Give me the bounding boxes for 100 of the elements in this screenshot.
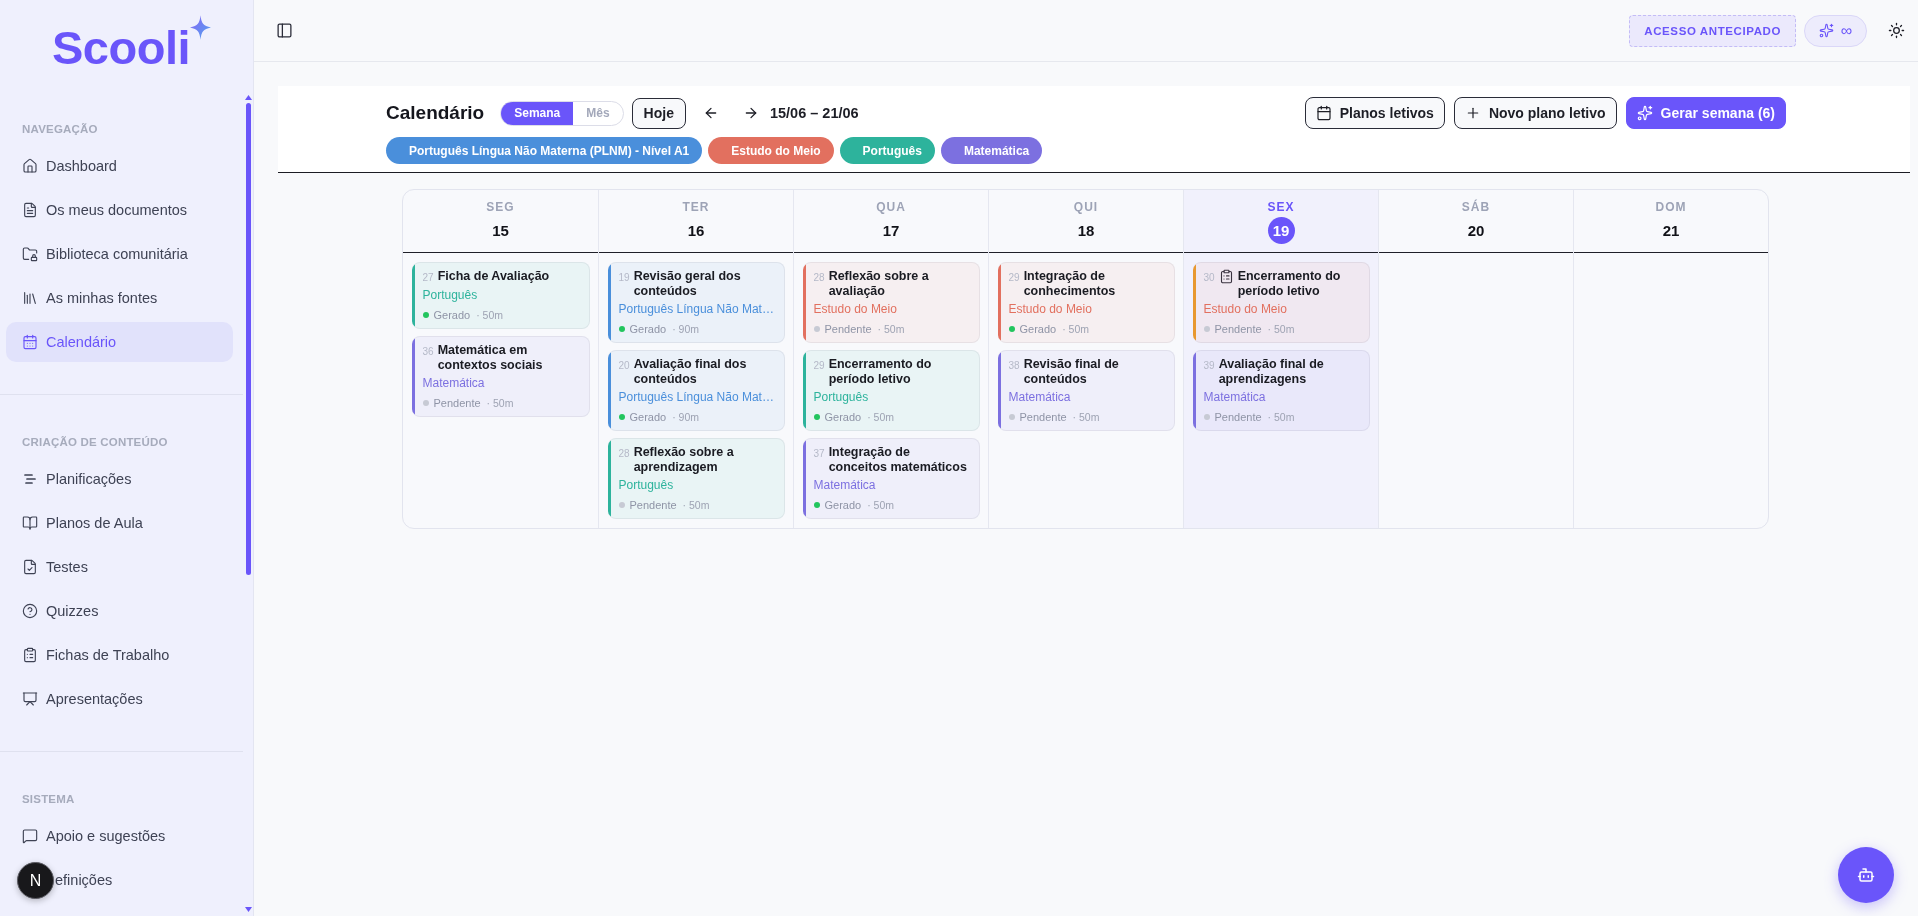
- date-number: 19: [1267, 217, 1295, 244]
- lesson-number: 27: [422, 271, 434, 285]
- status-label: Gerado: [824, 498, 862, 512]
- lesson-card[interactable]: 30 Encerramento do período letivo Estudo do Meio Pendente · 50m: [1192, 262, 1370, 343]
- subject-label: Estudo do Meio: [1203, 302, 1287, 317]
- status-label: Gerado: [433, 308, 471, 322]
- status-label: Gerado: [629, 410, 667, 424]
- duration-label: · 50m: [682, 498, 710, 512]
- sparkle-icon: [190, 15, 211, 40]
- lesson-card[interactable]: 37 Integração de conceitos matemáticos Matemática Gerado · 50m: [802, 438, 980, 519]
- lesson-card[interactable]: 28 Reflexão sobre a aprendizagem Português Pendente · 50m: [607, 438, 785, 519]
- scroll-down-icon[interactable]: [244, 907, 252, 912]
- new-plan-button[interactable]: Novo plano letivo: [1453, 97, 1617, 129]
- calendar-icon: [1315, 105, 1332, 121]
- early-access-badge: ACESSO ANTECIPADO: [1629, 14, 1796, 47]
- generate-week-button[interactable]: Gerar semana (6): [1625, 97, 1786, 129]
- section-title: SISTEMA: [22, 792, 75, 806]
- lesson-title: Revisão geral dos conteúdos: [633, 269, 742, 299]
- lesson-card[interactable]: 27 Ficha de Avaliação Português Gerado · 50m: [411, 262, 590, 329]
- lesson-number: 36: [422, 345, 434, 359]
- subject-label: Português: [422, 288, 478, 303]
- lesson-card[interactable]: 36 Matemática em contextos sociais Matemática Pendente · 50m: [411, 336, 590, 417]
- bot-icon: [1857, 866, 1875, 884]
- nav-item[interactable]: Os meus documentos: [6, 190, 233, 230]
- nav-item[interactable]: As minhas fontes: [6, 278, 233, 318]
- subject-label: Matemática: [813, 478, 876, 493]
- duration-label: · 50m: [867, 498, 895, 512]
- date-number: 18: [1076, 221, 1096, 241]
- lesson-number: 30: [1203, 271, 1215, 285]
- status-label: Pendente: [1214, 322, 1262, 336]
- lesson-title: Encerramento do período letivo: [828, 357, 933, 387]
- lesson-card[interactable]: 28 Reflexão sobre a avaliação Estudo do Meio Pendente · 50m: [802, 262, 980, 343]
- lesson-title: Integração de conceitos matemáticos: [828, 445, 968, 475]
- subject-label: Matemática: [422, 376, 485, 391]
- sun-icon[interactable]: [1888, 22, 1905, 39]
- status-label: Gerado: [1019, 322, 1057, 336]
- question-circle-icon: [22, 603, 38, 619]
- sidebar-toggle-icon[interactable]: [276, 22, 293, 39]
- weekday-label: QUA: [876, 200, 906, 214]
- page-title: Calendário: [386, 101, 485, 125]
- document-icon: [22, 202, 38, 218]
- lesson-number: 28: [618, 447, 630, 461]
- section-title: NAVEGAÇÃO: [22, 122, 98, 136]
- date-number: 17: [881, 221, 901, 241]
- logo-text: Scooli: [52, 24, 190, 71]
- lesson-title: Revisão final de conteúdos: [1023, 357, 1120, 387]
- subject-label: Português Língua Não Mat…: [618, 390, 774, 405]
- date-number: 16: [686, 221, 706, 241]
- lesson-title: Encerramento do período letivo: [1237, 269, 1342, 299]
- calendar-icon: [22, 334, 38, 350]
- nav-item[interactable]: Dashboard: [6, 146, 233, 186]
- nav-item[interactable]: Testes: [6, 547, 233, 587]
- lesson-card[interactable]: 20 Avaliação final dos conteúdos Português Língua Não Mat… Gerado · 90m: [607, 350, 785, 431]
- duration-label: · 50m: [867, 410, 895, 424]
- clipboard-icon: [22, 647, 38, 663]
- weekday-label: SÁB: [1461, 200, 1491, 214]
- lesson-number: 29: [813, 359, 825, 373]
- view-tab[interactable]: Semana: [501, 101, 574, 125]
- today-button[interactable]: Hoje: [631, 97, 686, 129]
- subject-label: Estudo do Meio: [1008, 302, 1092, 317]
- lines-icon: [22, 471, 38, 487]
- lesson-title: Matemática em contextos sociais: [437, 343, 544, 373]
- sparkles-icon: [1636, 105, 1653, 121]
- scroll-up-icon[interactable]: [244, 95, 252, 100]
- nav-item[interactable]: Calendário: [6, 322, 233, 362]
- nav-item[interactable]: Biblioteca comunitária: [6, 234, 233, 274]
- nav-item[interactable]: Planificações: [6, 459, 233, 499]
- scrollbar-thumb[interactable]: [245, 103, 251, 575]
- plans-button[interactable]: Planos letivos: [1304, 97, 1445, 129]
- folder-icon: [22, 246, 38, 262]
- weekday-label: QUI: [1073, 200, 1099, 214]
- status-label: Gerado: [824, 410, 862, 424]
- duration-label: · 90m: [672, 410, 700, 424]
- lesson-card[interactable]: 38 Revisão final de conteúdos Matemática Pendente · 50m: [997, 350, 1175, 431]
- lesson-title: Integração de conhecimentos: [1023, 269, 1117, 299]
- nav-item[interactable]: Apresentações: [6, 679, 233, 719]
- duration-label: · 50m: [1267, 410, 1295, 424]
- date-number: 15: [491, 221, 510, 241]
- nav-item[interactable]: Planos de Aula: [6, 503, 233, 543]
- lesson-card[interactable]: 29 Integração de conhecimentos Estudo do Meio Gerado · 50m: [997, 262, 1175, 343]
- lesson-number: 29: [1008, 271, 1020, 285]
- date-number: 21: [1661, 221, 1681, 241]
- subject-label: Matemática: [1203, 390, 1266, 405]
- subject-label: Estudo do Meio: [813, 302, 897, 317]
- subject-chip[interactable]: Matemática: [940, 137, 1043, 164]
- sparkles-icon: [1818, 23, 1834, 38]
- weekday-label: TER: [682, 200, 710, 214]
- status-label: Pendente: [1019, 410, 1067, 424]
- lesson-title: Reflexão sobre a aprendizagem: [633, 445, 735, 475]
- lesson-card[interactable]: 29 Encerramento do período letivo Português Gerado · 50m: [802, 350, 980, 431]
- nav-item[interactable]: Quizzes: [6, 591, 233, 631]
- credits-button[interactable]: ∞: [1804, 14, 1867, 47]
- duration-label: · 90m: [672, 322, 700, 336]
- date-range: 15/06 – 21/06: [769, 105, 859, 121]
- duration-label: · 50m: [1072, 410, 1100, 424]
- home-icon: [22, 158, 38, 174]
- nav-item[interactable]: Fichas de Trabalho: [6, 635, 233, 675]
- duration-label: · 50m: [1267, 322, 1295, 336]
- weekday-label: DOM: [1655, 200, 1687, 214]
- nav-item[interactable]: Apoio e sugestões: [6, 816, 233, 856]
